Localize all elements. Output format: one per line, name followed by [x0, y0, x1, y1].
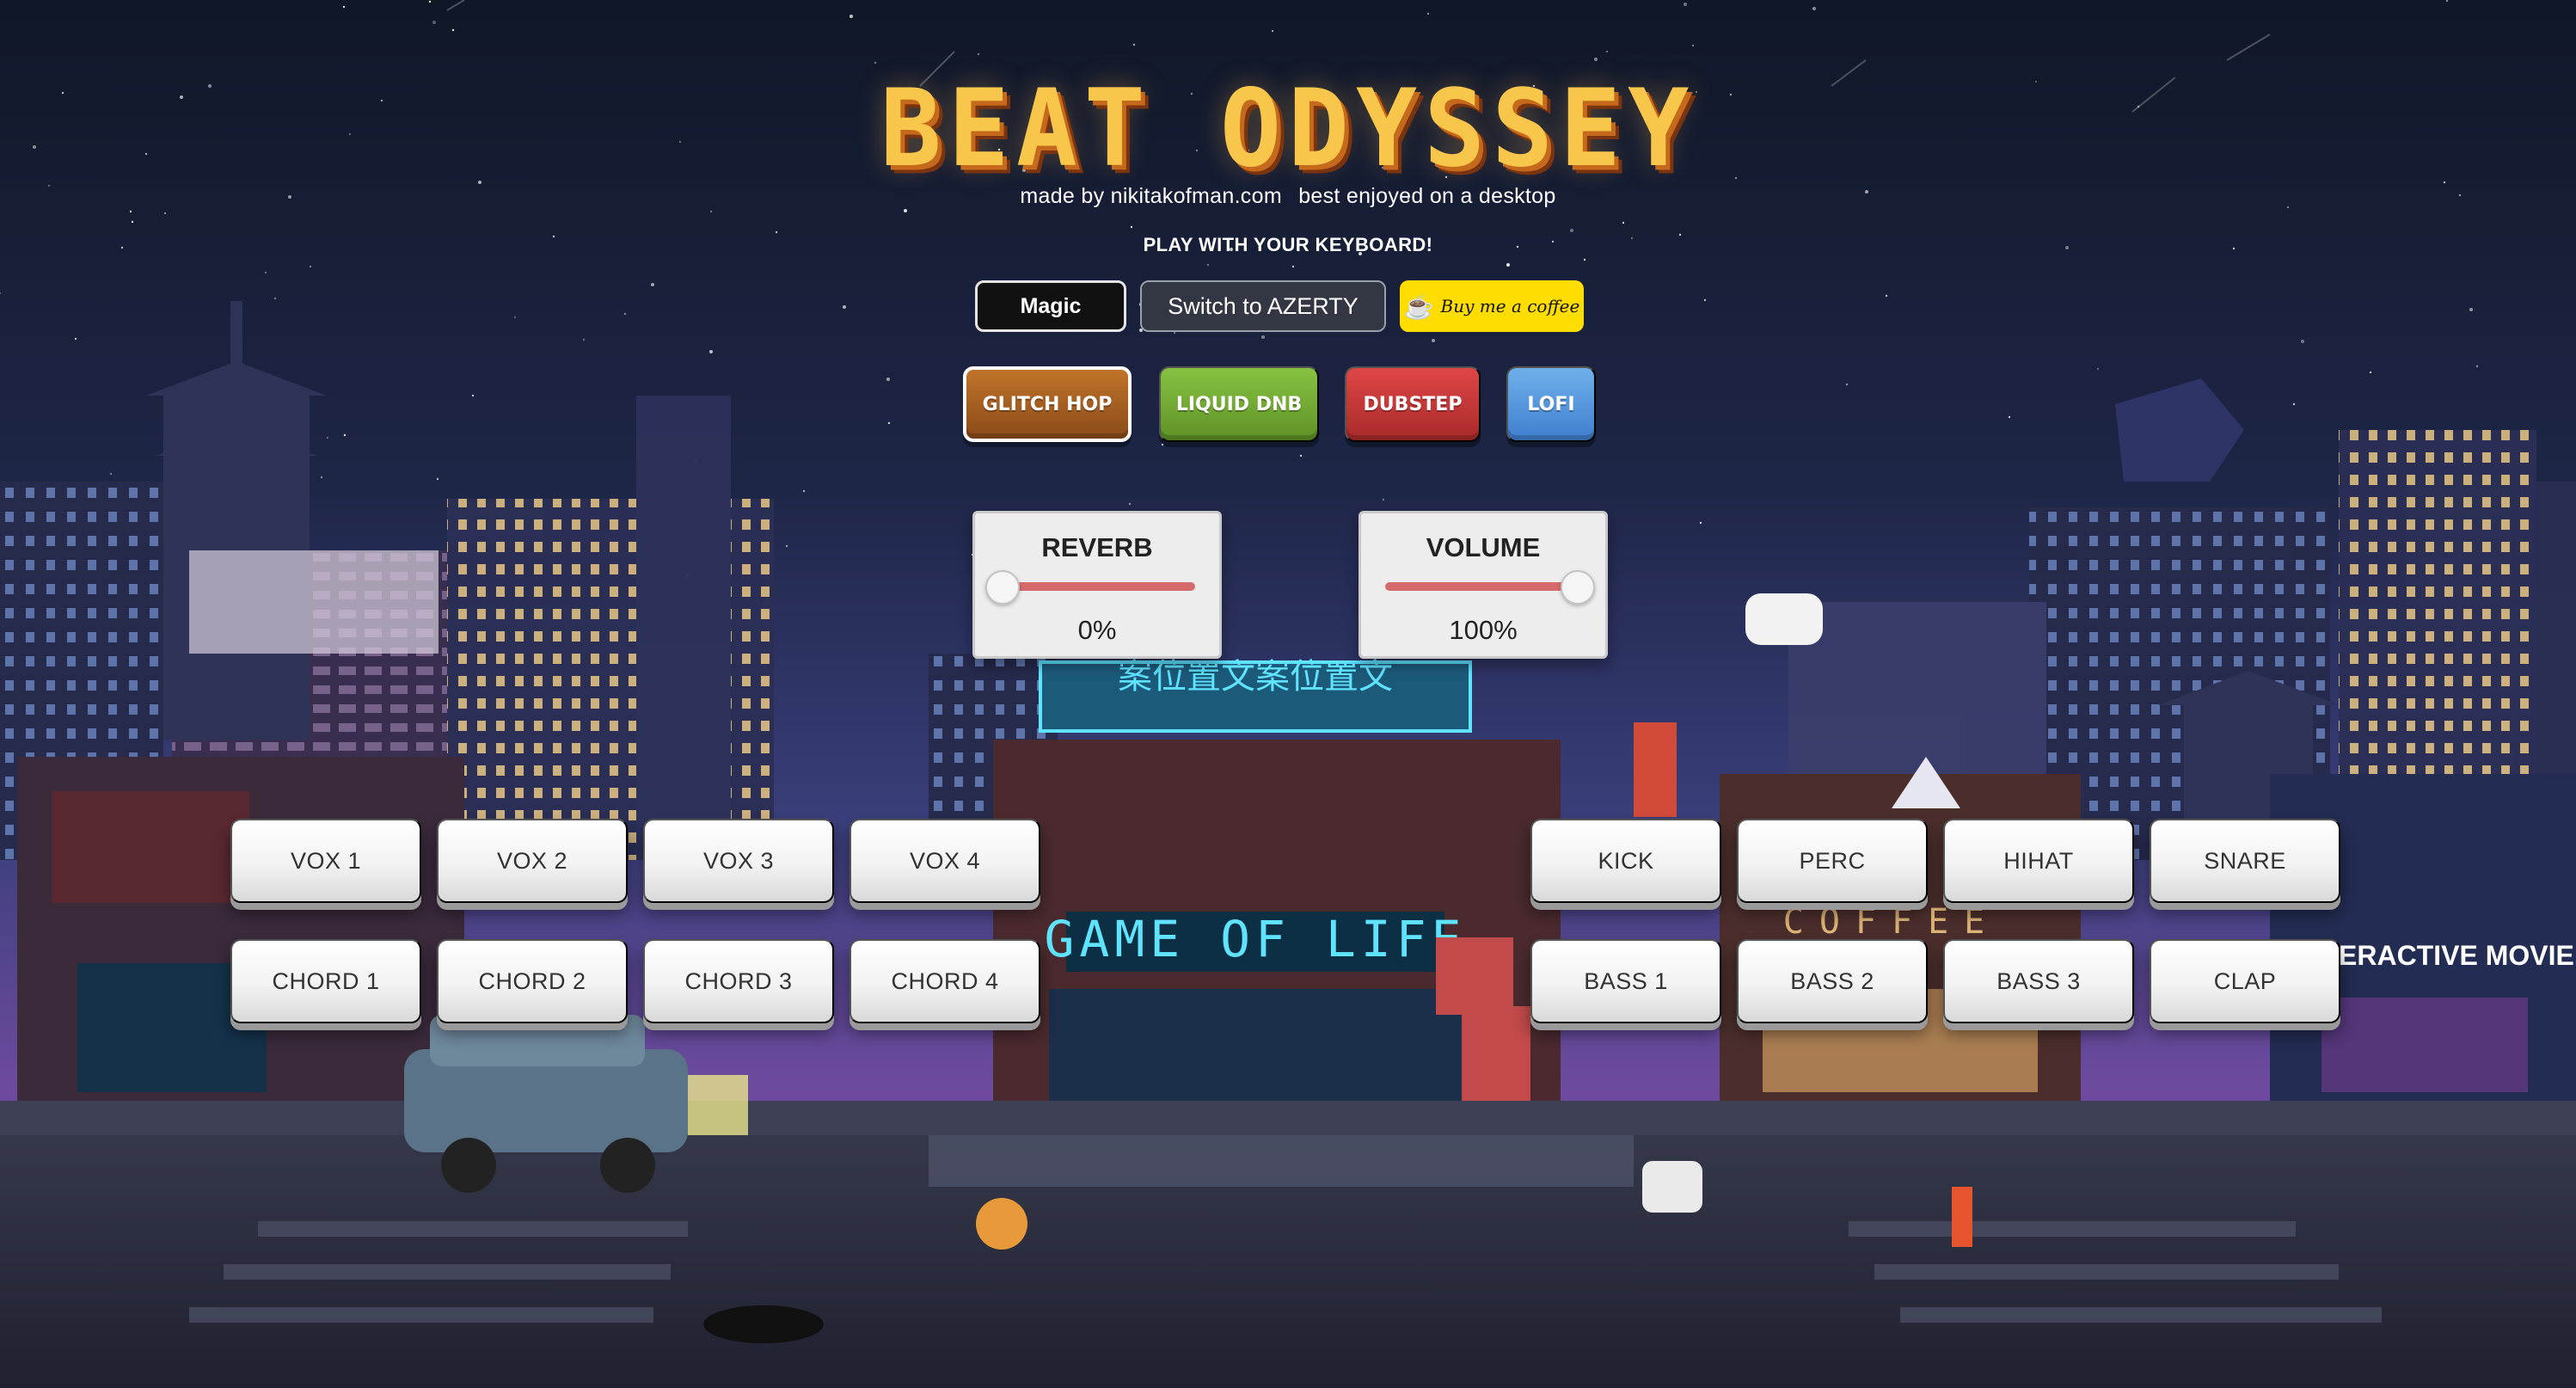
volume-value: 100%: [1449, 615, 1518, 645]
desktop-note: best enjoyed on a desktop: [1298, 184, 1556, 208]
volume-label: VOLUME: [1426, 532, 1541, 562]
reverb-slider-knob[interactable]: [985, 570, 1020, 605]
genre-dubstep-button[interactable]: DUBSTEP: [1345, 366, 1481, 442]
pad-bass-3[interactable]: BASS 3: [1943, 939, 2134, 1023]
buy-me-a-coffee-button[interactable]: ☕ Buy me a coffee: [1400, 280, 1584, 332]
magic-button[interactable]: Magic: [975, 280, 1126, 332]
credits-line: made by nikitakofman.com best enjoyed on…: [0, 184, 2576, 209]
switch-azerty-button[interactable]: Switch to AZERTY: [1140, 280, 1386, 332]
pad-kick[interactable]: KICK: [1530, 819, 1721, 903]
pad-chord-3[interactable]: CHORD 3: [643, 939, 834, 1023]
pad-vox-3[interactable]: VOX 3: [643, 819, 834, 903]
reverb-slider-track[interactable]: [999, 582, 1195, 591]
pad-snare[interactable]: SNARE: [2150, 819, 2340, 903]
app-title: BEAT ODYSSEY: [880, 65, 1696, 191]
reverb-label: REVERB: [1041, 532, 1153, 562]
keyboard-hint: PLAY WITH YOUR KEYBOARD!: [1143, 234, 1433, 255]
pad-hihat[interactable]: HIHAT: [1943, 819, 2134, 903]
pad-clap[interactable]: CLAP: [2150, 939, 2340, 1023]
author-link[interactable]: made by nikitakofman.com: [1020, 184, 1282, 208]
genre-lofi-button[interactable]: LOFI: [1506, 366, 1596, 442]
pad-chord-4[interactable]: CHORD 4: [849, 939, 1040, 1023]
pad-vox-1[interactable]: VOX 1: [230, 819, 421, 903]
genre-liquid-dnb-button[interactable]: LIQUID DNB: [1159, 366, 1319, 442]
pad-perc[interactable]: PERC: [1737, 819, 1928, 903]
pad-vox-4[interactable]: VOX 4: [849, 819, 1040, 903]
coffee-cup-icon: ☕: [1403, 292, 1434, 321]
volume-slider-knob[interactable]: [1561, 570, 1595, 605]
genre-glitch-hop-button[interactable]: GLITCH HOP: [963, 366, 1132, 442]
volume-panel: VOLUME 100%: [1359, 511, 1608, 659]
reverb-value: 0%: [1077, 615, 1117, 645]
volume-slider-track[interactable]: [1385, 582, 1581, 591]
pad-chord-1[interactable]: CHORD 1: [230, 939, 421, 1023]
pad-chord-2[interactable]: CHORD 2: [437, 939, 628, 1023]
coffee-label: Buy me a coffee: [1440, 296, 1580, 316]
pad-vox-2[interactable]: VOX 2: [437, 819, 628, 903]
pad-bass-1[interactable]: BASS 1: [1530, 939, 1721, 1023]
reverb-panel: REVERB 0%: [972, 511, 1222, 659]
pad-bass-2[interactable]: BASS 2: [1737, 939, 1928, 1023]
